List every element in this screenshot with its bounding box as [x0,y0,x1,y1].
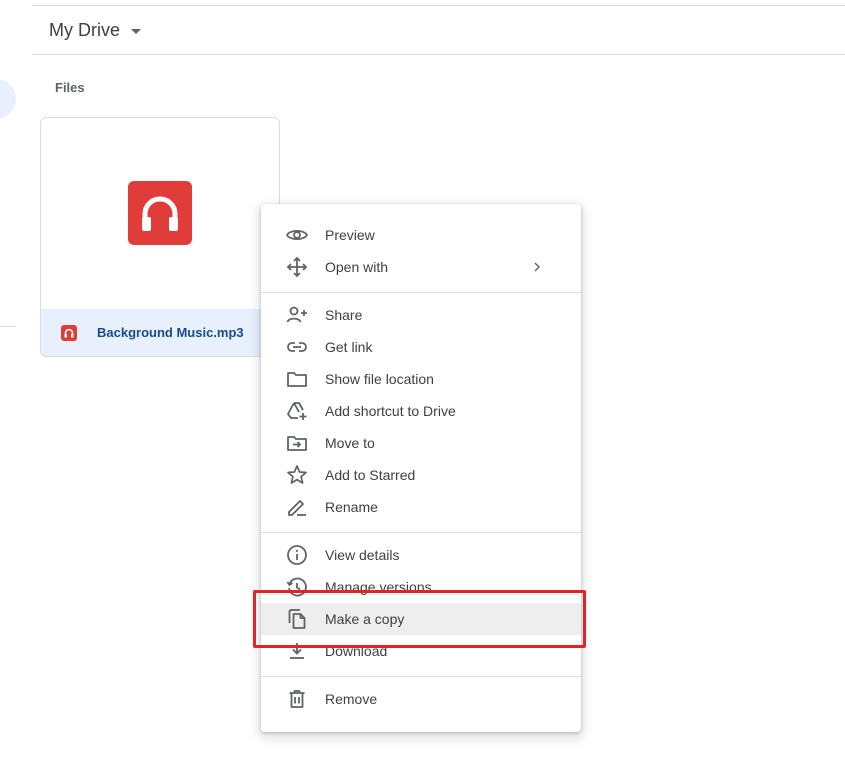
menu-item-label: Add to Starred [325,467,416,483]
menu-item-add-shortcut[interactable]: Add shortcut to Drive [261,395,581,427]
menu-item-label: Add shortcut to Drive [325,403,456,419]
menu-item-label: Open with [325,259,389,275]
pencil-icon [285,495,309,519]
eye-icon [285,223,309,247]
star-icon [285,463,309,487]
menu-item-label: Get link [325,339,373,355]
file-name: Background Music.mp3 [97,325,244,340]
menu-item-get-link[interactable]: Get link [261,331,581,363]
caret-down-icon [131,28,141,34]
menu-item-label: Move to [325,435,375,451]
menu-item-label: Rename [325,499,378,515]
my-drive-dropdown[interactable]: My Drive [49,17,141,43]
link-icon [285,335,309,359]
files-section-label: Files [55,80,85,95]
page-title: My Drive [49,19,120,40]
move-arrows-icon [285,255,309,279]
menu-item-share[interactable]: Share [261,299,581,331]
menu-divider [261,532,581,533]
file-card[interactable]: Background Music.mp3 [40,117,280,357]
menu-item-label: Remove [325,691,378,707]
menu-divider [261,292,581,293]
top-divider [32,5,845,6]
headphones-icon [128,181,192,245]
folder-icon [285,367,309,391]
menu-item-remove[interactable]: Remove [261,683,581,715]
trash-icon [285,687,309,711]
menu-item-preview[interactable]: Preview [261,219,581,251]
context-menu: Preview Open with Share Get link Show fi… [261,204,581,732]
folder-move-icon [285,431,309,455]
menu-item-rename[interactable]: Rename [261,491,581,523]
menu-item-label: Show file location [325,371,434,387]
file-card-footer[interactable]: Background Music.mp3 [41,309,279,356]
drive-shortcut-icon [285,399,309,423]
menu-item-show-file-location[interactable]: Show file location [261,363,581,395]
menu-item-label: Preview [325,227,375,243]
menu-item-view-details[interactable]: View details [261,539,581,571]
audio-file-icon [61,324,77,341]
highlight-annotation-box [253,590,586,648]
person-add-icon [285,303,309,327]
menu-item-move-to[interactable]: Move to [261,427,581,459]
header-divider [32,54,845,55]
chevron-right-icon [529,259,545,275]
menu-item-add-to-starred[interactable]: Add to Starred [261,459,581,491]
info-icon [285,543,309,567]
menu-item-label: Share [325,307,363,323]
menu-divider [261,676,581,677]
sidebar-active-indicator[interactable] [0,79,16,119]
menu-item-open-with[interactable]: Open with [261,251,581,283]
menu-item-label: View details [325,547,400,563]
sidebar-divider [0,326,16,327]
